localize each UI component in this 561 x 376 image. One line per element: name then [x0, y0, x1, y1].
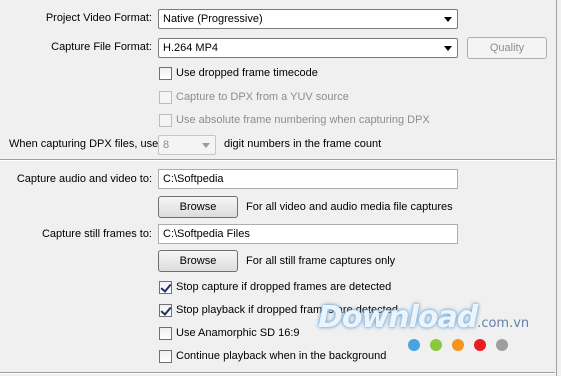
absolute-frame-numbering-label: Use absolute frame numbering when captur… — [176, 114, 430, 126]
project-video-format-select[interactable]: Native (Progressive) — [158, 9, 458, 29]
capture-still-frames-note: For all still frame captures only — [246, 255, 396, 267]
watermark-dot-icon — [474, 339, 486, 351]
dpx-digits-select[interactable]: 8 — [158, 135, 216, 155]
chevron-down-icon — [202, 143, 210, 148]
watermark-text: Download — [318, 300, 478, 335]
panel-right-border — [556, 0, 557, 376]
watermark-dot-icon — [496, 339, 508, 351]
capture-audio-video-path-input[interactable]: C:\Softpedia — [158, 169, 458, 189]
download-watermark: Download.com.vn — [318, 300, 529, 335]
capture-dpx-yuv-checkbox[interactable] — [159, 91, 172, 104]
continue-playback-background-label: Continue playback when in the background — [176, 350, 387, 362]
dpx-digits-label: When capturing DPX files, use — [9, 138, 159, 150]
capture-audio-video-label: Capture audio and video to: — [16, 173, 152, 185]
capture-still-frames-path-input[interactable]: C:\Softpedia Files — [158, 224, 458, 244]
project-video-format-value: Native (Progressive) — [163, 13, 263, 25]
watermark-dot-icon — [408, 339, 420, 351]
capture-file-format-select[interactable]: H.264 MP4 — [158, 38, 458, 58]
watermark-dot-icon — [430, 339, 442, 351]
capture-still-frames-label: Capture still frames to: — [41, 228, 152, 240]
anamorphic-sd-checkbox[interactable] — [159, 327, 172, 340]
anamorphic-sd-label: Use Anamorphic SD 16:9 — [176, 327, 300, 339]
section-divider — [0, 159, 555, 161]
dropped-frame-timecode-checkbox[interactable] — [159, 67, 172, 80]
browse-audio-video-button[interactable]: Browse — [158, 196, 238, 218]
chevron-down-icon — [444, 17, 452, 22]
capture-file-format-value: H.264 MP4 — [163, 42, 219, 54]
dropped-frame-timecode-label: Use dropped frame timecode — [176, 67, 318, 79]
dpx-digits-suffix-label: digit numbers in the frame count — [224, 138, 382, 150]
stop-capture-dropped-label: Stop capture if dropped frames are detec… — [176, 281, 392, 293]
project-video-format-label: Project Video Format: — [45, 12, 152, 24]
absolute-frame-numbering-checkbox[interactable] — [159, 114, 172, 127]
capture-file-format-label: Capture File Format: — [51, 41, 152, 53]
bottom-divider — [0, 372, 555, 374]
watermark-suffix: .com.vn — [477, 316, 530, 331]
capture-audio-video-note: For all video and audio media file captu… — [246, 201, 453, 213]
watermark-dot-icon — [452, 339, 464, 351]
dpx-digits-value: 8 — [163, 139, 170, 151]
stop-playback-dropped-checkbox[interactable] — [159, 304, 172, 317]
browse-still-frames-button[interactable]: Browse — [158, 250, 238, 272]
chevron-down-icon — [444, 46, 452, 51]
quality-button[interactable]: Quality — [467, 37, 547, 59]
stop-capture-dropped-checkbox[interactable] — [159, 281, 172, 294]
continue-playback-background-checkbox[interactable] — [159, 350, 172, 363]
capture-dpx-yuv-label: Capture to DPX from a YUV source — [176, 91, 349, 103]
